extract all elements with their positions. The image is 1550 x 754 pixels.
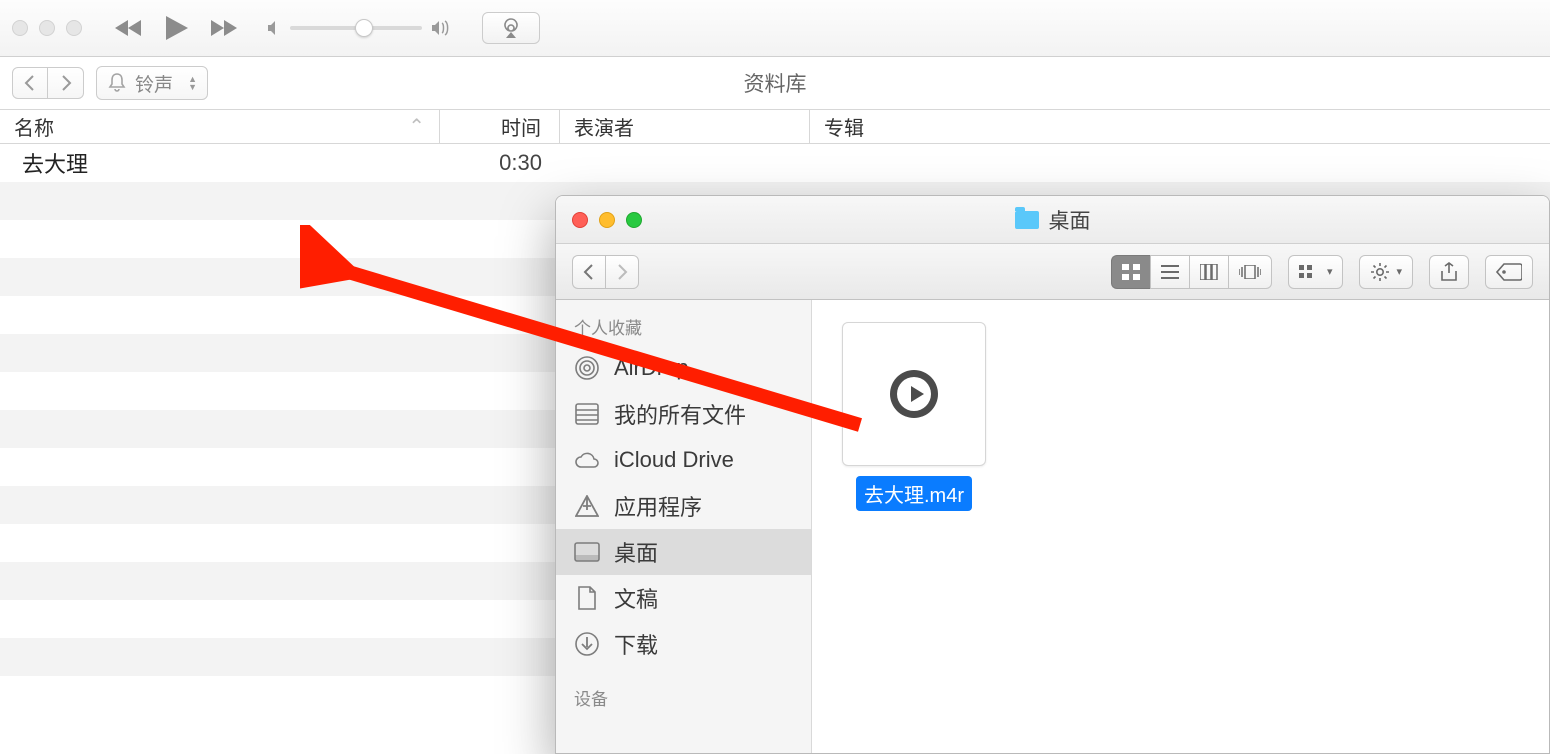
tags-button[interactable] bbox=[1485, 255, 1533, 289]
play-icon bbox=[890, 370, 938, 418]
column-album[interactable]: 专辑 bbox=[810, 110, 1550, 143]
column-name[interactable]: 名称 ⌃ bbox=[0, 110, 440, 143]
icloud-icon bbox=[574, 449, 600, 471]
volume-low-icon bbox=[266, 20, 282, 36]
sidebar-item-docs[interactable]: 文稿 bbox=[556, 575, 811, 621]
finder-toolbar: ▾ ▾ bbox=[556, 244, 1549, 300]
view-coverflow-button[interactable] bbox=[1228, 255, 1272, 289]
arrange-button[interactable]: ▾ bbox=[1288, 255, 1344, 289]
prev-track-button[interactable] bbox=[112, 13, 146, 43]
finder-sidebar: 个人收藏 AirDrop 我的所有文件 iCloud Drive 应用程序 桌面 bbox=[556, 300, 812, 753]
view-list-button[interactable] bbox=[1150, 255, 1189, 289]
sidebar-favorites-header: 个人收藏 bbox=[556, 308, 811, 345]
volume-high-icon bbox=[430, 20, 450, 36]
allfiles-icon bbox=[574, 403, 600, 425]
view-column-button[interactable] bbox=[1189, 255, 1228, 289]
sidebar-item-icloud[interactable]: iCloud Drive bbox=[556, 437, 811, 483]
library-tab[interactable]: 资料库 bbox=[0, 68, 1550, 98]
itunes-forward-button[interactable] bbox=[48, 67, 84, 99]
sidebar-item-downloads[interactable]: 下载 bbox=[556, 621, 811, 667]
finder-titlebar[interactable]: 桌面 bbox=[556, 196, 1549, 244]
bell-icon bbox=[107, 72, 127, 94]
traffic-close[interactable] bbox=[12, 20, 28, 36]
itunes-back-forward bbox=[12, 67, 84, 99]
itunes-toolbar bbox=[0, 0, 1550, 57]
column-artist[interactable]: 表演者 bbox=[560, 110, 810, 143]
sidebar-item-apps[interactable]: 应用程序 bbox=[556, 483, 811, 529]
finder-minimize[interactable] bbox=[599, 212, 615, 228]
airplay-button[interactable] bbox=[482, 12, 540, 44]
sidebar-item-desktop[interactable]: 桌面 bbox=[556, 529, 811, 575]
track-row[interactable]: 去大理 0:30 bbox=[0, 144, 1550, 182]
next-track-button[interactable] bbox=[208, 13, 242, 43]
traffic-minimize[interactable] bbox=[39, 20, 55, 36]
finder-close[interactable] bbox=[572, 212, 588, 228]
view-mode-segment bbox=[1111, 255, 1272, 289]
finder-back-forward bbox=[572, 255, 639, 289]
itunes-display bbox=[554, 0, 1538, 56]
finder-title: 桌面 bbox=[1049, 205, 1091, 235]
action-button[interactable]: ▾ bbox=[1359, 255, 1413, 289]
finder-window: 桌面 ▾ ▾ 个人收藏 AirDrop 我的所有文件 bbox=[555, 195, 1550, 754]
sidebar-item-allfiles[interactable]: 我的所有文件 bbox=[556, 391, 811, 437]
column-time[interactable]: 时间 bbox=[440, 110, 560, 143]
file-item[interactable]: 去大理.m4r bbox=[834, 322, 994, 511]
airdrop-icon bbox=[574, 357, 600, 379]
source-label: 铃声 bbox=[135, 70, 173, 97]
finder-content[interactable]: 去大理.m4r bbox=[812, 300, 1549, 753]
itunes-traffic-lights bbox=[12, 20, 82, 36]
finder-traffic-lights bbox=[572, 212, 642, 228]
itunes-source-dropdown[interactable]: 铃声 ▲▼ bbox=[96, 66, 208, 100]
finder-forward-button[interactable] bbox=[605, 255, 639, 289]
sort-asc-icon: ⌃ bbox=[408, 114, 425, 139]
itunes-table-header: 名称 ⌃ 时间 表演者 专辑 bbox=[0, 110, 1550, 144]
traffic-zoom[interactable] bbox=[66, 20, 82, 36]
file-name-label: 去大理.m4r bbox=[856, 476, 972, 511]
itunes-subbar: 铃声 ▲▼ 资料库 bbox=[0, 57, 1550, 110]
downloads-icon bbox=[574, 633, 600, 655]
finder-zoom[interactable] bbox=[626, 212, 642, 228]
file-thumbnail bbox=[842, 322, 986, 466]
play-button[interactable] bbox=[160, 13, 194, 43]
view-icon-button[interactable] bbox=[1111, 255, 1150, 289]
sidebar-item-airdrop[interactable]: AirDrop bbox=[556, 345, 811, 391]
itunes-back-button[interactable] bbox=[12, 67, 48, 99]
folder-icon bbox=[1015, 211, 1039, 229]
apps-icon bbox=[574, 495, 600, 517]
share-button[interactable] bbox=[1429, 255, 1469, 289]
docs-icon bbox=[574, 587, 600, 609]
finder-back-button[interactable] bbox=[572, 255, 605, 289]
desktop-icon bbox=[574, 541, 600, 563]
volume-slider[interactable] bbox=[266, 20, 450, 36]
sidebar-devices-header: 设备 bbox=[556, 679, 811, 716]
